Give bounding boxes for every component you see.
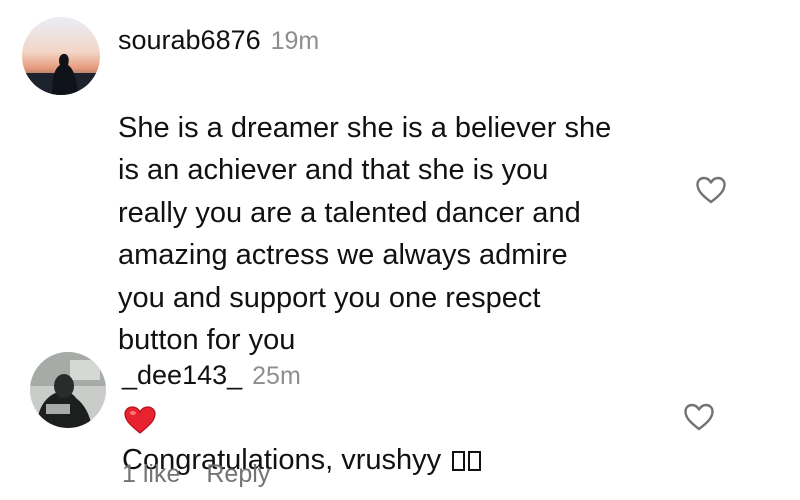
likes-count[interactable]: 1 like: [122, 460, 180, 488]
missing-glyph-boxes: [449, 444, 482, 476]
timestamp: 19m: [270, 27, 320, 55]
avatar[interactable]: [30, 352, 106, 428]
comment-text-content: She is a dreamer she is a believer she i…: [118, 111, 612, 357]
comment-item: _dee143_ 25m Congratulations, vrushyy 1 l…: [0, 340, 800, 500]
username[interactable]: _dee143_: [122, 360, 242, 390]
comment-header: _dee143_ 25m: [122, 360, 301, 391]
comment-meta: 1 like Reply: [122, 460, 296, 489]
comment-header: sourab6876 19m: [118, 25, 319, 56]
reply-button[interactable]: Reply: [206, 460, 270, 488]
timestamp: 25m: [252, 362, 301, 390]
comment-item: sourab6876 19m She is a dreamer she is a …: [0, 0, 800, 434]
avatar[interactable]: [22, 17, 100, 95]
like-heart-icon[interactable]: [694, 173, 728, 207]
like-heart-icon[interactable]: [682, 400, 716, 434]
username[interactable]: sourab6876: [118, 25, 261, 55]
